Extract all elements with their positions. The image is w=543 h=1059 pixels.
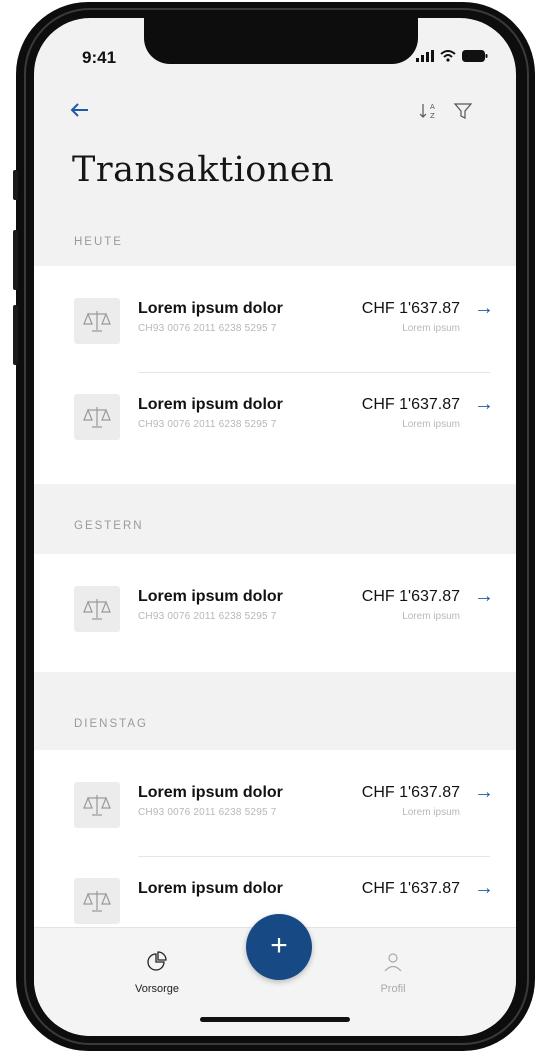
transaction-row[interactable]: Lorem ipsum dolor CH93 0076 2011 6238 52… — [34, 362, 516, 454]
transaction-amount: CHF 1'637.87 — [361, 588, 460, 605]
section-card-gestern: Lorem ipsum dolor CH93 0076 2011 6238 52… — [34, 554, 516, 672]
add-button[interactable]: + — [246, 914, 312, 980]
scale-icon — [74, 782, 120, 828]
filter-button[interactable] — [452, 100, 476, 124]
scale-icon — [74, 394, 120, 440]
transaction-title: Lorem ipsum dolor — [138, 396, 283, 413]
arrow-right-icon: → — [474, 393, 494, 415]
transaction-subtext: Lorem ipsum — [402, 323, 460, 334]
app-screen: 9:41 A Z Transaktionen HEUTE Lorem ipsum… — [34, 18, 516, 1036]
transaction-subtext: Lorem ipsum — [402, 807, 460, 818]
scale-icon — [74, 878, 120, 924]
arrow-right-icon: → — [474, 585, 494, 607]
transaction-title: Lorem ipsum dolor — [138, 880, 283, 897]
status-icons — [416, 50, 488, 62]
page-title: Transaktionen — [72, 150, 335, 190]
cellular-signal-icon — [416, 50, 434, 62]
tab-label-profil: Profil — [380, 983, 406, 995]
transaction-amount: CHF 1'637.87 — [361, 880, 460, 897]
transaction-amount: CHF 1'637.87 — [361, 300, 460, 317]
sort-az-icon: A Z — [419, 103, 435, 120]
tab-label-vorsorge: Vorsorge — [134, 983, 180, 995]
svg-text:Z: Z — [430, 112, 435, 120]
transaction-subtext: Lorem ipsum — [402, 611, 460, 622]
section-label-dienstag: DIENSTAG — [74, 718, 148, 730]
notch — [144, 18, 418, 64]
back-button[interactable] — [70, 100, 100, 126]
arrow-right-icon: → — [474, 781, 494, 803]
transaction-row[interactable]: Lorem ipsum dolor CH93 0076 2011 6238 52… — [34, 750, 516, 842]
transaction-iban: CH93 0076 2011 6238 5295 7 — [138, 807, 277, 818]
transaction-amount: CHF 1'637.87 — [361, 396, 460, 413]
transaction-row[interactable]: Lorem ipsum dolor CH93 0076 2011 6238 52… — [34, 554, 516, 646]
tab-profil[interactable]: Profil — [348, 950, 438, 995]
transaction-iban: CH93 0076 2011 6238 5295 7 — [138, 611, 277, 622]
pie-chart-icon — [147, 951, 167, 971]
arrow-left-icon — [70, 103, 88, 117]
transaction-iban: CH93 0076 2011 6238 5295 7 — [138, 419, 277, 430]
battery-icon — [462, 50, 488, 62]
status-time: 9:41 — [82, 48, 117, 67]
section-card-heute: Lorem ipsum dolor CH93 0076 2011 6238 52… — [34, 266, 516, 484]
arrow-right-icon: → — [474, 297, 494, 319]
home-indicator — [200, 1017, 350, 1022]
mute-switch — [13, 170, 18, 200]
transaction-subtext: Lorem ipsum — [402, 419, 460, 430]
transaction-title: Lorem ipsum dolor — [138, 588, 283, 605]
scale-icon — [74, 298, 120, 344]
sort-button[interactable]: A Z — [418, 100, 442, 124]
transaction-iban: CH93 0076 2011 6238 5295 7 — [138, 323, 277, 334]
transaction-amount: CHF 1'637.87 — [361, 784, 460, 801]
volume-down-button — [13, 305, 18, 365]
section-label-gestern: GESTERN — [74, 520, 144, 532]
transaction-row[interactable]: Lorem ipsum dolor CH93 0076 2011 6238 52… — [34, 266, 516, 358]
volume-up-button — [13, 230, 18, 290]
transaction-title: Lorem ipsum dolor — [138, 300, 283, 317]
arrow-right-icon: → — [474, 877, 494, 899]
tab-vorsorge[interactable]: Vorsorge — [112, 950, 202, 995]
filter-icon — [453, 103, 473, 119]
person-icon — [384, 953, 402, 972]
wifi-icon — [440, 50, 456, 62]
section-label-heute: HEUTE — [74, 236, 123, 248]
svg-text:A: A — [430, 103, 435, 111]
transaction-title: Lorem ipsum dolor — [138, 784, 283, 801]
scale-icon — [74, 586, 120, 632]
